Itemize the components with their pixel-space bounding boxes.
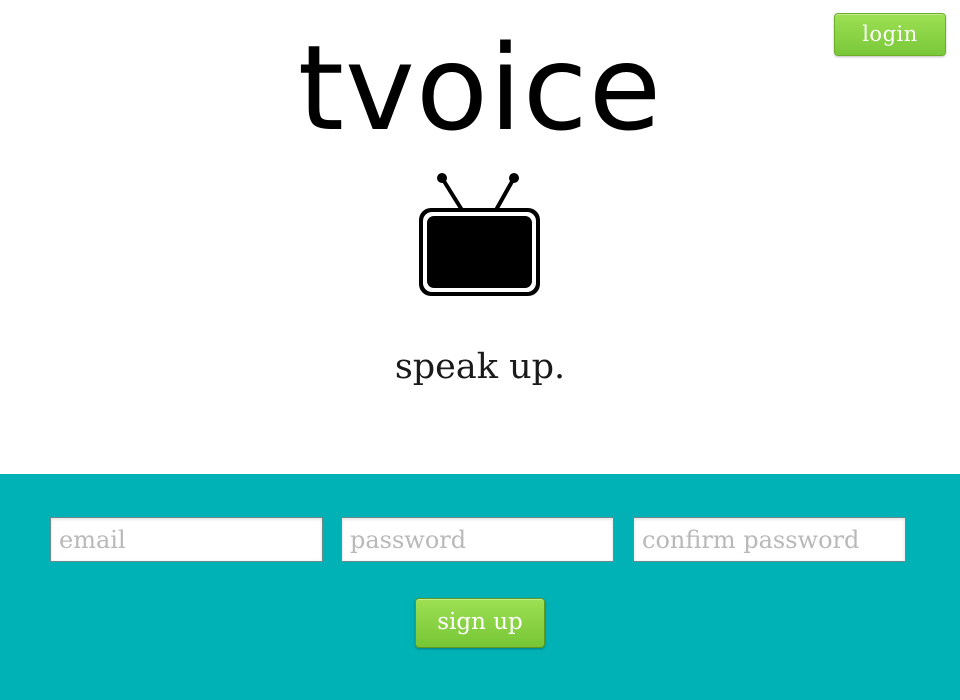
sign-up-button[interactable]: sign up — [415, 598, 545, 648]
confirm-password-field[interactable] — [633, 517, 906, 562]
app-title: tvoice — [297, 19, 663, 157]
password-field[interactable] — [341, 517, 614, 562]
signup-section: sign up — [0, 474, 960, 700]
tv-icon — [416, 172, 544, 300]
email-field[interactable] — [50, 517, 323, 562]
tagline: speak up. — [394, 347, 566, 387]
hero-section: login tvoice speak up. — [0, 0, 960, 474]
